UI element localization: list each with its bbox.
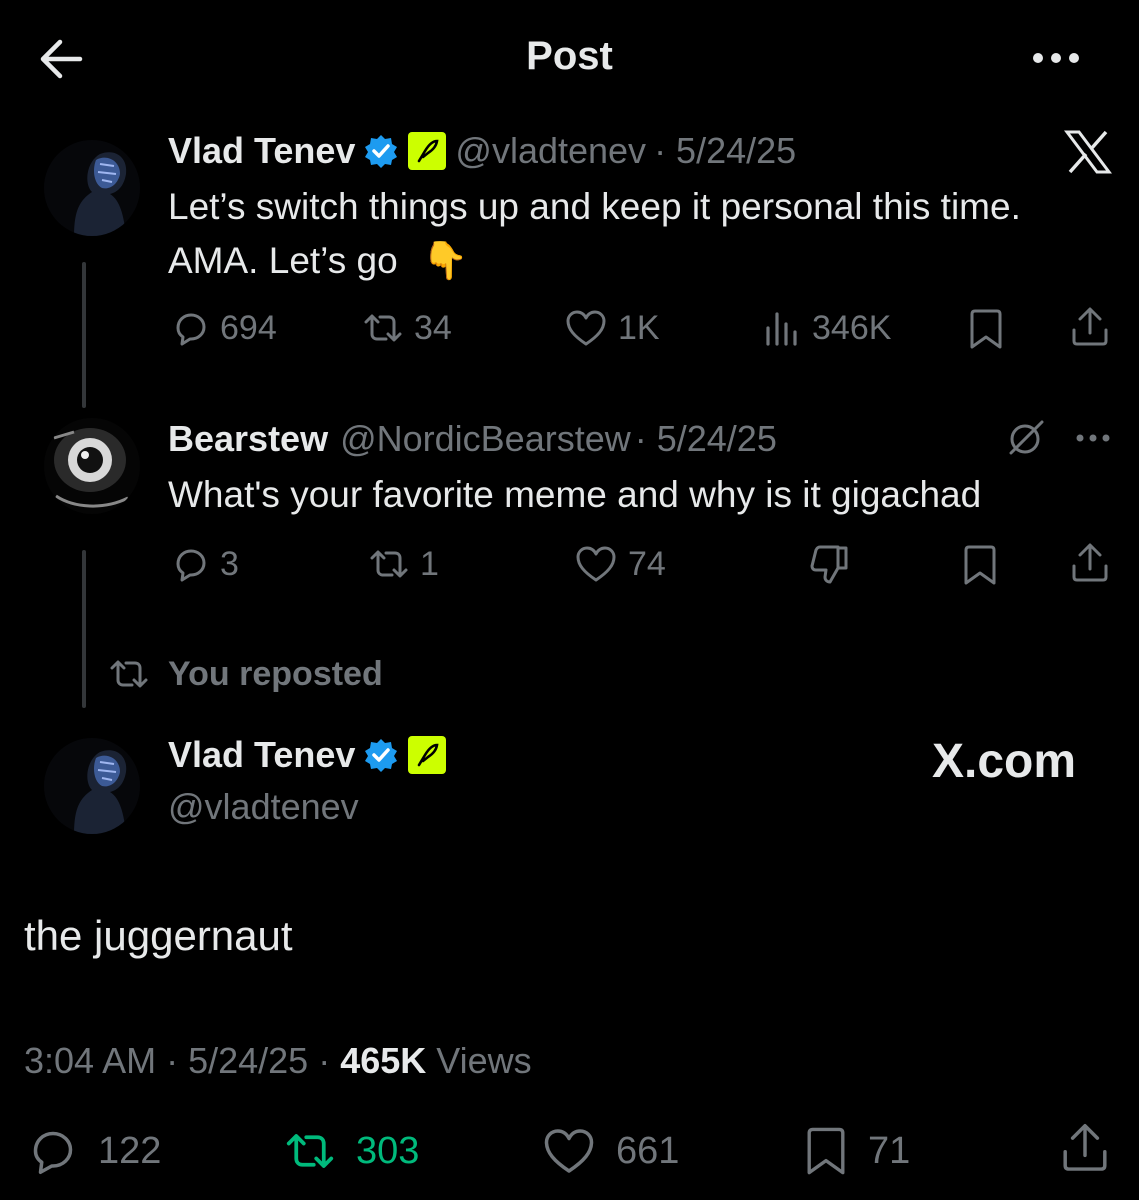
bookmark-icon bbox=[964, 545, 996, 585]
repost-count: 1 bbox=[420, 544, 439, 583]
bookmark-count: 71 bbox=[868, 1129, 911, 1172]
share-icon bbox=[1072, 543, 1108, 582]
views-button[interactable]: 346K bbox=[764, 308, 891, 348]
reply-icon bbox=[176, 549, 206, 582]
author-handle[interactable]: @vladtenev bbox=[455, 130, 646, 172]
avatar[interactable] bbox=[44, 140, 140, 236]
reply-button[interactable]: 122 bbox=[26, 1126, 161, 1176]
like-count: 1K bbox=[618, 308, 660, 347]
repost-icon bbox=[286, 1134, 334, 1168]
bookmark-icon bbox=[970, 309, 1002, 349]
bookmark-icon bbox=[807, 1127, 845, 1175]
like-button[interactable]: 661 bbox=[540, 1126, 679, 1176]
avatar-image bbox=[44, 140, 140, 236]
author-name[interactable]: Vlad Tenev bbox=[168, 130, 355, 172]
author-name[interactable]: Vlad Tenev bbox=[168, 734, 355, 776]
share-button[interactable] bbox=[1060, 1122, 1110, 1174]
repost-button[interactable]: 303 bbox=[282, 1126, 419, 1176]
share-icon bbox=[1072, 307, 1108, 346]
bookmark-button[interactable] bbox=[966, 308, 1006, 350]
robinhood-feather-icon bbox=[408, 132, 447, 170]
share-button[interactable] bbox=[1070, 542, 1110, 584]
repost-context-label: You reposted bbox=[168, 654, 383, 693]
post-date[interactable]: · 5/24/25 bbox=[654, 130, 796, 172]
post-text: Let’s switch things up and keep it perso… bbox=[168, 186, 1021, 281]
x-logo bbox=[1064, 130, 1112, 174]
more-button[interactable] bbox=[1030, 40, 1082, 76]
reply-button[interactable]: 3 bbox=[170, 544, 239, 584]
share-icon bbox=[1063, 1123, 1107, 1171]
grok-button[interactable] bbox=[1006, 418, 1046, 458]
views-count: 346K bbox=[812, 308, 892, 347]
views-label: Views bbox=[436, 1040, 532, 1081]
repost-icon bbox=[110, 660, 148, 688]
post-time[interactable]: 3:04 AM bbox=[24, 1040, 156, 1082]
more-icon bbox=[1033, 53, 1079, 63]
avatar-image bbox=[44, 738, 140, 834]
x-logo-icon bbox=[1064, 130, 1112, 174]
repost-context: You reposted bbox=[108, 654, 383, 694]
views-count: 465K bbox=[340, 1040, 427, 1081]
like-button[interactable]: 1K bbox=[564, 308, 660, 348]
repost-icon bbox=[370, 550, 408, 578]
watermark: X.com bbox=[932, 735, 1077, 788]
reply-icon bbox=[33, 1131, 73, 1174]
quoted-post-text: Let’s switch things up and keep it perso… bbox=[168, 180, 1068, 288]
reply-count: 694 bbox=[220, 308, 277, 347]
author-name[interactable]: Bearstew bbox=[168, 418, 328, 460]
page-title: Post bbox=[526, 34, 613, 78]
like-count: 74 bbox=[628, 544, 666, 583]
main-post-text: the juggernaut bbox=[24, 912, 293, 959]
thread-line bbox=[82, 262, 86, 408]
thread-line bbox=[82, 550, 86, 708]
dislike-icon bbox=[810, 545, 848, 584]
bookmark-button[interactable]: 71 bbox=[802, 1124, 910, 1178]
reply-icon bbox=[176, 313, 206, 346]
author-handle[interactable]: @vladtenev bbox=[168, 786, 359, 828]
repost-count: 303 bbox=[356, 1129, 420, 1172]
reply-text: What's your favorite meme and why is it … bbox=[168, 474, 982, 515]
post-date[interactable]: · 5/24/25 · bbox=[166, 1040, 330, 1082]
views-icon bbox=[766, 312, 797, 346]
like-icon bbox=[544, 1129, 594, 1173]
reply-count: 122 bbox=[98, 1129, 162, 1172]
avatar-image bbox=[44, 418, 140, 514]
grok-icon bbox=[1009, 420, 1044, 455]
reply-button[interactable]: 694 bbox=[170, 308, 277, 348]
reply-count: 3 bbox=[220, 544, 239, 583]
repost-count: 34 bbox=[414, 308, 452, 347]
post-date[interactable]: · 5/24/25 bbox=[635, 418, 777, 460]
avatar[interactable] bbox=[44, 418, 140, 514]
post-meta: 3:04 AM · 5/24/25 · 465K Views bbox=[24, 1040, 532, 1082]
like-count: 661 bbox=[616, 1129, 680, 1172]
author-handle[interactable]: @NordicBearstew bbox=[340, 418, 631, 460]
main-post-header: Vlad Tenev bbox=[168, 732, 447, 778]
like-button[interactable]: 74 bbox=[574, 544, 666, 584]
quoted-post-header: Vlad Tenev @vladtenev · 5/24/25 bbox=[168, 128, 796, 174]
like-icon bbox=[576, 546, 616, 582]
verified-icon bbox=[365, 739, 398, 772]
share-button[interactable] bbox=[1070, 306, 1110, 348]
repost-icon bbox=[364, 314, 402, 342]
robinhood-feather-icon bbox=[408, 736, 447, 774]
reply-more-button[interactable] bbox=[1074, 426, 1112, 450]
avatar[interactable] bbox=[44, 738, 140, 834]
repost-button[interactable]: 34 bbox=[362, 308, 452, 348]
like-icon bbox=[566, 310, 606, 346]
verified-icon bbox=[365, 135, 398, 168]
pointing-down-emoji: 👇 bbox=[421, 240, 469, 281]
bookmark-button[interactable] bbox=[960, 544, 1000, 586]
reply-header: Bearstew @NordicBearstew · 5/24/25 bbox=[168, 416, 777, 462]
dislike-button[interactable] bbox=[808, 544, 852, 586]
more-icon bbox=[1076, 434, 1110, 442]
repost-button[interactable]: 1 bbox=[368, 544, 439, 584]
